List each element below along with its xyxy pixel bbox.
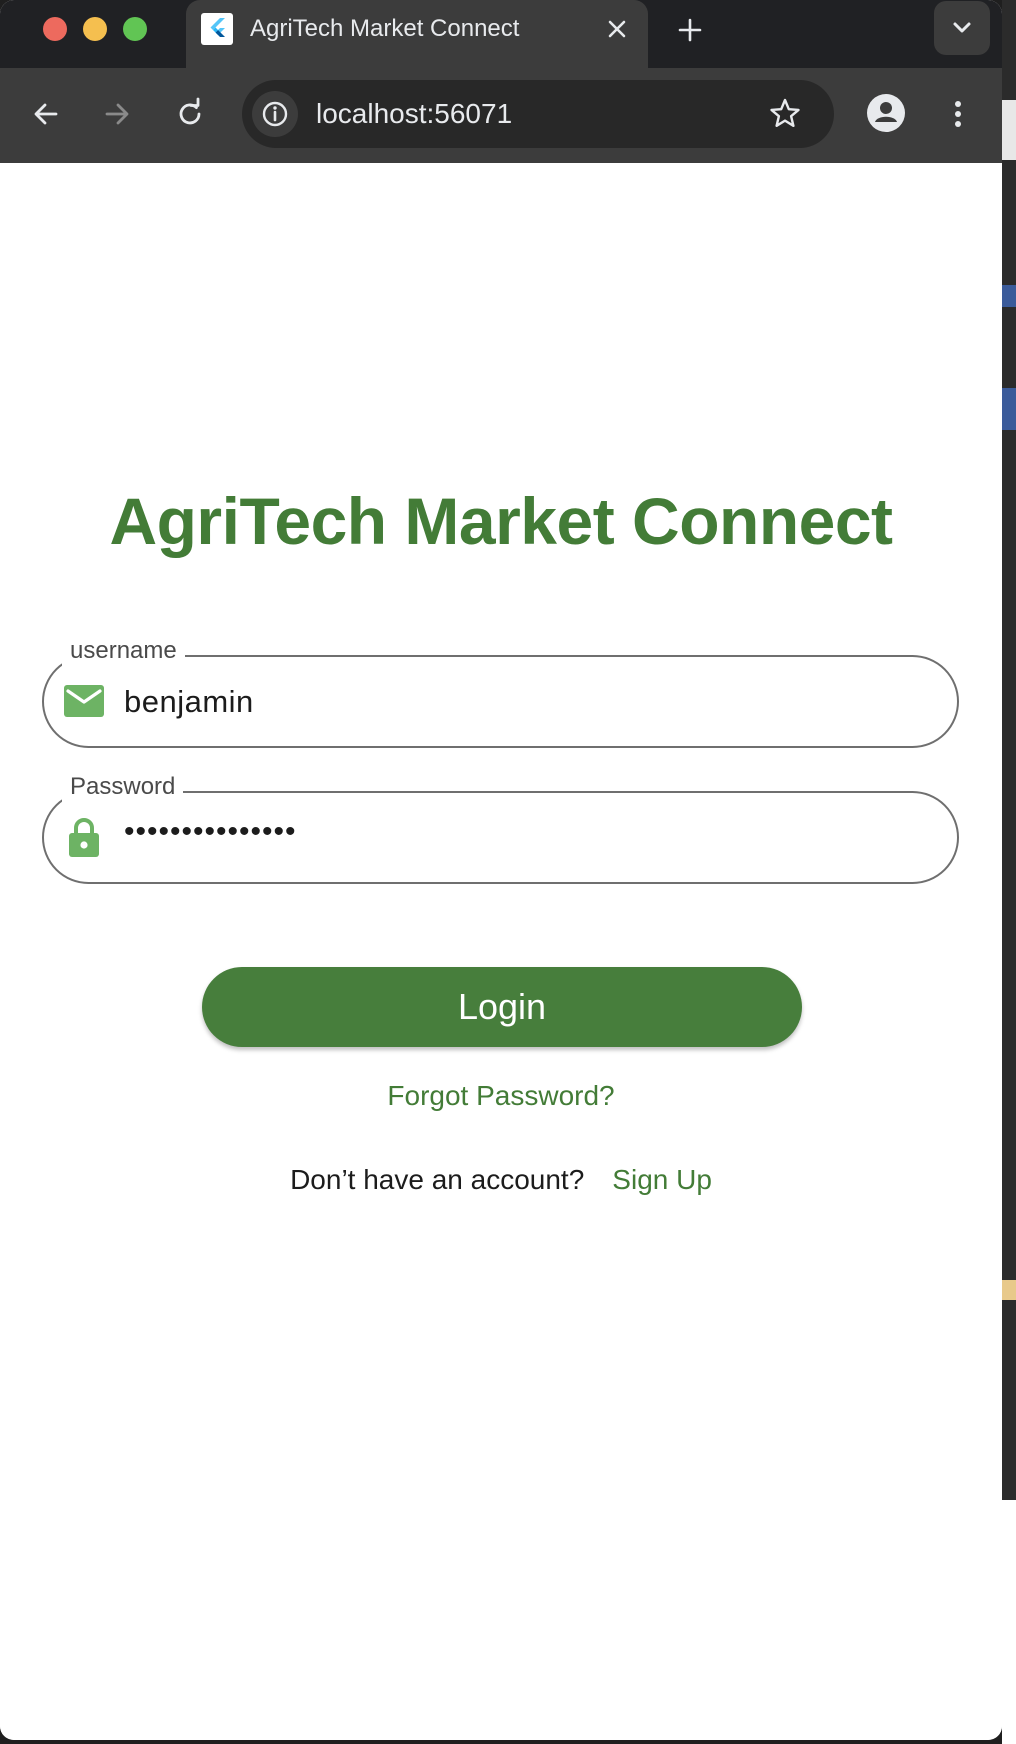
tab-strip: AgriTech Market Connect: [0, 0, 1002, 68]
close-tab-icon[interactable]: [601, 13, 633, 45]
maximize-window-button[interactable]: [123, 17, 147, 41]
more-menu-icon[interactable]: [940, 96, 976, 132]
lock-icon: [62, 815, 106, 857]
username-field[interactable]: username benjamin: [42, 636, 959, 748]
tab-title: AgriTech Market Connect: [250, 15, 520, 42]
bookmark-star-icon[interactable]: [766, 95, 804, 133]
flutter-favicon-icon: [201, 13, 233, 45]
sign-up-link[interactable]: Sign Up: [612, 1164, 712, 1195]
signup-row: Don’t have an account? Sign Up: [0, 1163, 1002, 1197]
forgot-password-link[interactable]: Forgot Password?: [0, 1079, 1002, 1113]
password-input[interactable]: •••••••••••••••: [124, 813, 297, 851]
tab-agritech[interactable]: AgriTech Market Connect: [186, 0, 648, 68]
forward-arrow-icon[interactable]: [99, 96, 135, 132]
url-text[interactable]: localhost:56071: [316, 98, 512, 130]
new-tab-icon[interactable]: [672, 12, 708, 48]
mail-icon: [62, 682, 106, 722]
login-button[interactable]: Login: [202, 967, 802, 1047]
back-arrow-icon[interactable]: [28, 96, 64, 132]
reload-icon[interactable]: [172, 96, 208, 132]
password-field[interactable]: Password •••••••••••••••: [42, 772, 959, 884]
page-content: AgriTech Market Connect username benjami…: [0, 163, 1002, 1740]
minimize-window-button[interactable]: [83, 17, 107, 41]
browser-window: AgriTech Market Connect localhost:56071 …: [0, 0, 1002, 1740]
tab-search-button[interactable]: [934, 1, 990, 55]
username-label: username: [62, 636, 185, 666]
username-input[interactable]: benjamin: [124, 683, 254, 721]
no-account-text: Don’t have an account?: [290, 1164, 585, 1195]
browser-toolbar: localhost:56071: [0, 68, 1002, 163]
profile-avatar-icon[interactable]: [866, 93, 906, 133]
app-title: AgriTech Market Connect: [109, 484, 893, 558]
background-window-edge: [1002, 0, 1016, 1744]
site-info-icon[interactable]: [252, 91, 298, 137]
close-window-button[interactable]: [43, 17, 67, 41]
address-bar[interactable]: localhost:56071: [242, 80, 834, 148]
password-label: Password: [62, 772, 184, 802]
